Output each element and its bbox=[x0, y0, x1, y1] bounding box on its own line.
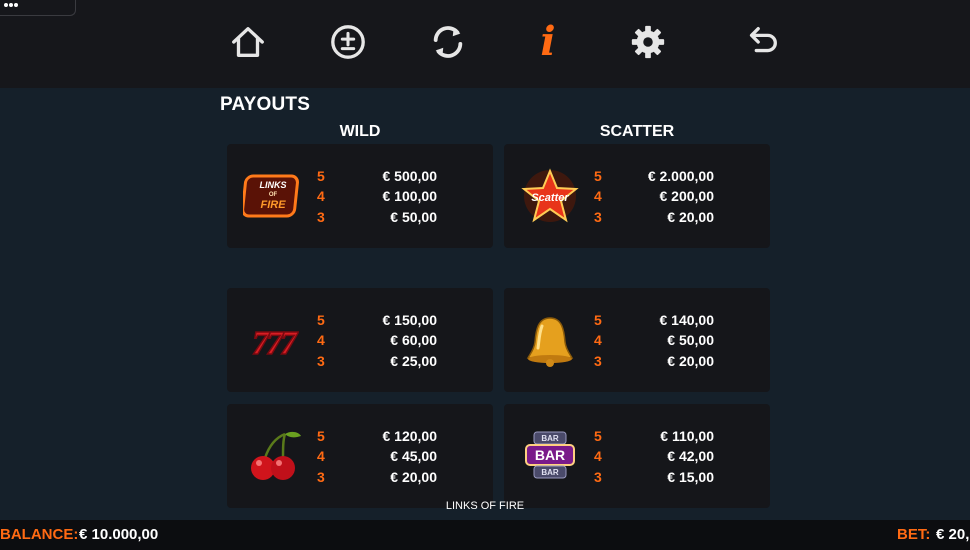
payout-amount: € 200,00 bbox=[659, 188, 715, 204]
symbol-count: 3 bbox=[317, 353, 325, 369]
scatter-star-icon: Scatter bbox=[521, 168, 579, 223]
payout-row: 4 € 45,00 bbox=[317, 448, 477, 468]
payout-row: 5 € 120,00 bbox=[317, 428, 477, 448]
symbol-count: 4 bbox=[594, 188, 602, 204]
symbol-count: 3 bbox=[594, 353, 602, 369]
payout-row: 4 € 60,00 bbox=[317, 332, 477, 352]
payout-amount: € 140,00 bbox=[659, 312, 715, 328]
payout-row: 4 € 100,00 bbox=[317, 188, 477, 208]
payout-card-bell: 5 € 140,00 4 € 50,00 3 € 20,00 bbox=[504, 288, 770, 392]
seven-text: 777 bbox=[252, 325, 299, 362]
column-header-wild: WILD bbox=[339, 123, 381, 140]
payout-amount: € 50,00 bbox=[667, 332, 714, 348]
payout-row: 5 € 150,00 bbox=[317, 312, 477, 332]
column-header-scatter: SCATTER bbox=[599, 123, 675, 140]
payout-amount: € 45,00 bbox=[390, 448, 437, 464]
symbol-count: 4 bbox=[594, 332, 602, 348]
info-icon-glyph: i bbox=[540, 18, 556, 65]
symbol-count: 3 bbox=[317, 469, 325, 485]
bar-text-middle: BAR bbox=[535, 447, 565, 463]
symbol-count: 3 bbox=[317, 209, 325, 225]
payout-amount: € 100,00 bbox=[382, 188, 438, 204]
symbol-count: 5 bbox=[317, 312, 325, 328]
symbol-count: 4 bbox=[317, 332, 325, 348]
payout-amount: € 25,00 bbox=[390, 353, 437, 369]
symbol-count: 4 bbox=[594, 448, 602, 464]
links-of-fire-wild-icon: LINKS OF FIRE bbox=[243, 174, 299, 218]
bar-text-top: BAR bbox=[541, 434, 559, 443]
balance-label: BALANCE: bbox=[0, 526, 79, 543]
payout-row: 5 € 2.000,00 bbox=[594, 168, 754, 188]
payout-amount: € 50,00 bbox=[390, 209, 437, 225]
payout-card-scatter: Scatter 5 € 2.000,00 4 € 200,00 3 € 20,00 bbox=[504, 144, 770, 248]
payout-amount: € 42,00 bbox=[667, 448, 714, 464]
bell-icon bbox=[526, 317, 574, 367]
payout-amount: € 15,00 bbox=[667, 469, 714, 485]
payout-amount: € 20,00 bbox=[390, 469, 437, 485]
triple-bar-icon: BAR BAR BAR bbox=[525, 431, 575, 479]
info-icon[interactable]: i bbox=[528, 22, 568, 62]
payout-row: 3 € 20,00 bbox=[594, 209, 754, 229]
payout-amount: € 20,00 bbox=[667, 209, 714, 225]
payout-amount: € 110,00 bbox=[660, 428, 714, 444]
settings-icon[interactable] bbox=[628, 22, 668, 62]
triple-seven-icon: 777 bbox=[251, 324, 303, 363]
wild-of-text: OF bbox=[269, 192, 278, 198]
symbol-count: 5 bbox=[317, 428, 325, 444]
payout-row: 4 € 200,00 bbox=[594, 188, 754, 208]
payout-amount: € 500,00 bbox=[382, 168, 438, 184]
symbol-count: 5 bbox=[594, 312, 602, 328]
payout-amount: € 150,00 bbox=[382, 312, 438, 328]
payout-amount: € 2.000,00 bbox=[647, 168, 714, 184]
top-menu-bar: i bbox=[0, 0, 970, 88]
back-icon[interactable] bbox=[742, 22, 782, 62]
payout-amount: € 60,00 bbox=[390, 332, 437, 348]
payout-row: 5 € 110,00 bbox=[594, 428, 754, 448]
payout-amount: € 120,00 bbox=[382, 428, 438, 444]
wild-links-text: LINKS bbox=[260, 180, 287, 190]
symbol-count: 5 bbox=[594, 428, 602, 444]
bar-text-bottom: BAR bbox=[541, 468, 559, 477]
scatter-text: Scatter bbox=[531, 192, 569, 204]
more-options-icon[interactable] bbox=[0, 0, 76, 16]
payout-card-bar: BAR BAR BAR 5 € 110,00 4 € 42,00 3 € 15,00 bbox=[504, 404, 770, 508]
symbol-count: 5 bbox=[317, 168, 325, 184]
status-bar: BALANCE: € 10.000,00 BET: € 20,00 bbox=[0, 520, 970, 550]
payout-row: 3 € 50,00 bbox=[317, 209, 477, 229]
page-title: PAYOUTS bbox=[220, 94, 311, 115]
symbol-count: 5 bbox=[594, 168, 602, 184]
payout-card-cherries: 5 € 120,00 4 € 45,00 3 € 20,00 bbox=[227, 404, 493, 508]
payout-row: 3 € 15,00 bbox=[594, 469, 754, 489]
payout-row: 4 € 50,00 bbox=[594, 332, 754, 352]
bet-label: BET: bbox=[897, 526, 931, 543]
symbol-count: 4 bbox=[317, 448, 325, 464]
cherries-icon bbox=[251, 431, 301, 480]
game-name: LINKS OF FIRE bbox=[445, 500, 525, 512]
payout-row: 3 € 20,00 bbox=[317, 469, 477, 489]
payout-row: 3 € 20,00 bbox=[594, 353, 754, 373]
balance-value: € 10.000,00 bbox=[79, 526, 159, 543]
payout-row: 4 € 42,00 bbox=[594, 448, 754, 468]
bet-adjust-icon[interactable] bbox=[328, 22, 368, 62]
paytable-panel[interactable]: PAYOUTS WILD SCATTER LINKS OF FIRE 5 € 50… bbox=[0, 88, 970, 520]
symbol-count: 3 bbox=[594, 209, 602, 225]
bet-value: € 20,00 bbox=[936, 526, 970, 543]
payout-card-wild: LINKS OF FIRE 5 € 500,00 4 € 100,00 3 € 50,… bbox=[227, 144, 493, 248]
payout-row: 5 € 500,00 bbox=[317, 168, 477, 188]
symbol-count: 4 bbox=[317, 188, 325, 204]
symbol-count: 3 bbox=[594, 469, 602, 485]
wild-fire-text: FIRE bbox=[260, 199, 286, 211]
home-icon[interactable] bbox=[228, 22, 268, 62]
payout-row: 5 € 140,00 bbox=[594, 312, 754, 332]
payout-card-seven: 777 5 € 150,00 4 € 60,00 3 € 25,00 bbox=[227, 288, 493, 392]
payout-amount: € 20,00 bbox=[667, 353, 714, 369]
payout-row: 3 € 25,00 bbox=[317, 353, 477, 373]
autoplay-icon[interactable] bbox=[428, 22, 468, 62]
